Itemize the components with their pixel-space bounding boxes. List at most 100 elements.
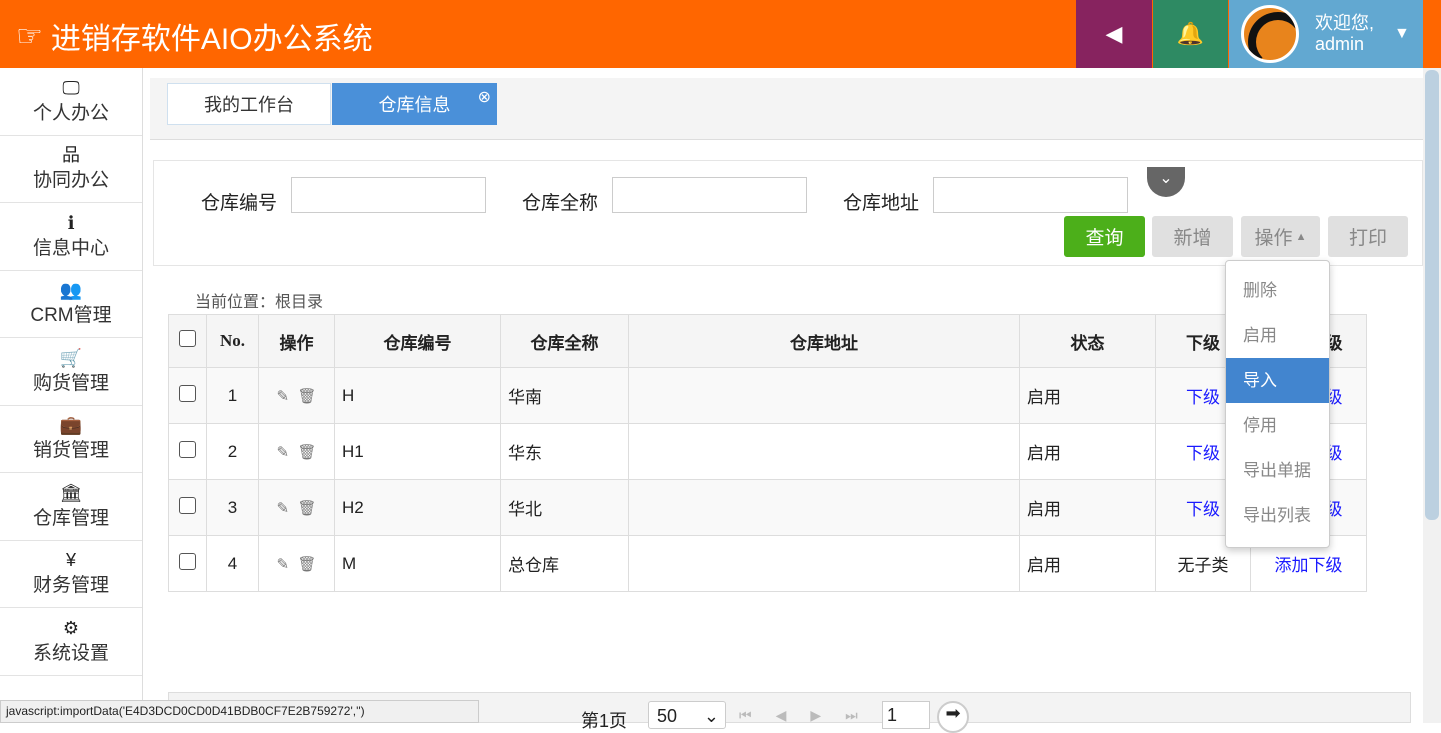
row-select[interactable]: [168, 535, 207, 592]
sidebar-item[interactable]: ¥ 财务管理: [0, 541, 142, 608]
sidebar-item[interactable]: 品协同办公: [0, 136, 142, 203]
cell-no: 3: [206, 479, 259, 536]
cell-name: 华北: [500, 479, 629, 536]
scrollbar-thumb[interactable]: [1425, 70, 1439, 520]
sidebar-item[interactable]: ℹ 信息中心: [0, 203, 142, 271]
search-panel: 仓库编号 仓库全称 仓库地址 ⌄ 查询 新增 操作 ▲ 打印: [153, 160, 1423, 266]
notification-button[interactable]: 🔔: [1153, 0, 1228, 68]
user-menu[interactable]: 欢迎您, admin ▼: [1229, 0, 1423, 68]
sidebar-item-label: 仓库管理: [32, 507, 109, 529]
sidebar-item[interactable]: 🛒 购货管理: [0, 338, 142, 406]
tab-label: 仓库信息: [378, 95, 451, 115]
sidebar-item-label: 协同办公: [32, 170, 109, 192]
cart-icon: 🛒: [59, 347, 83, 368]
welcome-text: 欢迎您,: [1315, 13, 1375, 33]
tab-bar: 我的工作台 仓库信息 ⊗: [150, 78, 1423, 140]
row-select[interactable]: [168, 367, 207, 424]
edit-icon[interactable]: ✎: [277, 500, 290, 517]
header-bar: ☞ 进销存软件AIO办公系统 ◀ 🔔 欢迎您, admin ▼: [0, 0, 1441, 68]
menu-item[interactable]: 导入: [1226, 358, 1329, 403]
tab-label: 我的工作台: [204, 95, 294, 115]
yen-icon: ¥: [65, 550, 76, 571]
breadcrumb: 当前位置：根目录: [195, 294, 324, 311]
checkbox[interactable]: [179, 552, 196, 570]
menu-item[interactable]: 导出单据: [1226, 448, 1329, 493]
row-select[interactable]: [168, 479, 207, 536]
page-input[interactable]: 1: [882, 701, 930, 729]
cell-code: H1: [334, 423, 501, 480]
page-label: 第1页: [581, 711, 628, 731]
sidebar-item[interactable]: 💼 销货管理: [0, 406, 142, 473]
checkbox[interactable]: [179, 384, 196, 402]
menu-item[interactable]: 启用: [1226, 313, 1329, 358]
warehouse-code-input[interactable]: [291, 177, 486, 213]
checkbox[interactable]: [179, 496, 196, 514]
cell-address: [628, 479, 1020, 536]
expand-chevron-icon[interactable]: ⌄: [1147, 167, 1185, 197]
trash-icon[interactable]: 🗑: [297, 388, 316, 405]
trash-icon[interactable]: 🗑: [297, 500, 316, 517]
close-icon[interactable]: ⊗: [478, 87, 491, 107]
edit-icon[interactable]: ✎: [277, 444, 290, 461]
status-bar: javascript:importData('E4D3DCD0CD0D41BDB…: [0, 700, 479, 723]
cell-code: H: [334, 367, 501, 424]
volume-icon: ◀: [1105, 21, 1123, 46]
tab-workbench[interactable]: 我的工作台: [167, 83, 331, 125]
page-size-value: 50: [657, 706, 678, 726]
bell-icon: 🔔: [1176, 21, 1205, 46]
sidebar-item[interactable]: 🏛 仓库管理: [0, 473, 142, 541]
caret-down-icon: ▼: [1394, 25, 1410, 42]
menu-item[interactable]: 停用: [1226, 403, 1329, 448]
sidebar-item-label: CRM管理: [30, 305, 112, 327]
table-row: 4 ✎ 🗑 M 总仓库 启用 无子类 添加下级: [168, 535, 1367, 592]
page-size-select[interactable]: 50 ⌄: [648, 701, 726, 729]
warehouse-address-label: 仓库地址: [843, 193, 920, 214]
warehouse-address-input[interactable]: [933, 177, 1128, 213]
app-title: 进销存软件AIO办公系统: [50, 23, 373, 56]
edit-icon[interactable]: ✎: [277, 388, 290, 405]
trash-icon[interactable]: 🗑: [297, 444, 316, 461]
print-button[interactable]: 打印: [1328, 216, 1408, 257]
col-name: 仓库全称: [500, 314, 629, 368]
query-button[interactable]: 查询: [1064, 216, 1145, 257]
table-row: 2 ✎ 🗑 H1 华东 启用 下级 添加下级: [168, 423, 1367, 480]
sitemap-icon: 品: [62, 145, 80, 166]
avatar: [1241, 5, 1299, 63]
sidebar-item[interactable]: ⚙ 系统设置: [0, 608, 142, 676]
cell-no: 4: [206, 535, 259, 592]
cell-address: [628, 367, 1020, 424]
go-arrow-icon[interactable]: ➡: [937, 701, 969, 733]
operations-dropdown: 删除 启用 导入 停用 导出单据 导出列表: [1225, 260, 1330, 548]
app-logo[interactable]: ☞ 进销存软件AIO办公系统: [16, 14, 373, 58]
sidebar: 🖵 个人办公品协同办公 ℹ 信息中心 👥 CRM管理 🛒 购货管理 💼 销货管理 🏛 仓库管理 ¥ 财务管…: [0, 68, 143, 723]
briefcase-icon: 💼: [59, 415, 83, 436]
row-select[interactable]: [168, 423, 207, 480]
bank-icon: 🏛: [59, 482, 83, 503]
sidebar-item[interactable]: 🖵 个人办公: [0, 68, 142, 136]
username: admin: [1315, 34, 1365, 54]
checkbox[interactable]: [179, 330, 196, 347]
tab-warehouse-info[interactable]: 仓库信息 ⊗: [332, 83, 497, 125]
sound-button[interactable]: ◀: [1076, 0, 1152, 68]
select-all[interactable]: [168, 314, 207, 368]
warehouse-name-input[interactable]: [612, 177, 807, 213]
cell-no: 1: [206, 367, 259, 424]
add-button[interactable]: 新增: [1152, 216, 1233, 257]
cell-status: 启用: [1019, 479, 1156, 536]
cell-name: 总仓库: [500, 535, 629, 592]
sidebar-item-label: 销货管理: [32, 440, 109, 462]
info-icon: ℹ: [67, 212, 75, 233]
trash-icon[interactable]: 🗑: [297, 556, 316, 573]
operations-button[interactable]: 操作 ▲: [1241, 216, 1320, 257]
sidebar-item[interactable]: 👥 CRM管理: [0, 271, 142, 338]
warehouse-code-label: 仓库编号: [201, 193, 278, 214]
col-no: No.: [206, 314, 259, 368]
menu-item[interactable]: 删除: [1226, 268, 1329, 313]
col-address: 仓库地址: [628, 314, 1020, 368]
edit-icon[interactable]: ✎: [277, 556, 290, 573]
page-nav-icons[interactable]: ⏮◀▶⏭: [739, 707, 882, 724]
gear-icon: ⚙: [62, 617, 80, 638]
checkbox[interactable]: [179, 440, 196, 458]
menu-item[interactable]: 导出列表: [1226, 493, 1329, 538]
cell-name: 华东: [500, 423, 629, 480]
